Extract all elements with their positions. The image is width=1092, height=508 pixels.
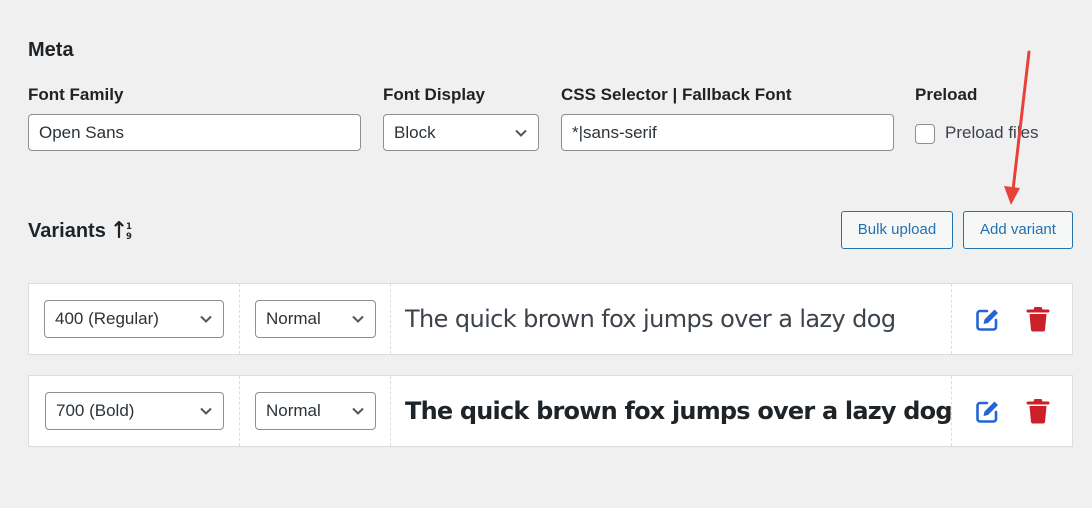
bulk-upload-button[interactable]: Bulk upload — [841, 211, 953, 249]
chevron-down-icon — [200, 315, 212, 323]
font-style-select[interactable]: Normal — [255, 392, 376, 430]
meta-heading: Meta — [28, 39, 74, 61]
preload-label: Preload — [915, 85, 978, 104]
font-weight-value: 700 (Bold) — [56, 401, 135, 420]
cell-divider — [390, 376, 391, 446]
add-variant-button[interactable]: Add variant — [963, 211, 1073, 249]
css-selector-input[interactable]: *|sans-serif — [561, 114, 894, 151]
preload-files-label[interactable]: Preload files — [945, 123, 1039, 143]
font-family-input[interactable]: Open Sans — [28, 114, 361, 151]
variants-heading: Variants — [28, 220, 106, 242]
font-display-label: Font Display — [383, 85, 486, 104]
cell-divider — [239, 376, 240, 446]
chevron-down-icon — [352, 407, 364, 415]
font-preview-text: The quick brown fox jumps over a lazy do… — [405, 305, 896, 333]
font-preview-text: The quick brown fox jumps over a lazy do… — [405, 397, 953, 425]
font-display-select[interactable]: Block — [383, 114, 539, 151]
trash-icon[interactable] — [1026, 398, 1050, 424]
edit-icon[interactable] — [974, 399, 1000, 425]
font-weight-value: 400 (Regular) — [55, 309, 159, 328]
font-display-value: Block — [394, 123, 436, 142]
font-family-label: Font Family — [28, 85, 124, 104]
cell-divider — [239, 284, 240, 354]
font-style-select[interactable]: Normal — [255, 300, 376, 338]
variant-row: 700 (Bold) Normal The quick brown fox ju… — [28, 375, 1073, 447]
css-selector-label: CSS Selector | Fallback Font — [561, 85, 792, 104]
sort-numeric-icon[interactable]: 1 9 — [114, 219, 136, 241]
font-style-value: Normal — [266, 401, 321, 420]
cell-divider — [951, 284, 952, 354]
font-weight-select[interactable]: 400 (Regular) — [44, 300, 224, 338]
chevron-down-icon — [352, 315, 364, 323]
svg-text:1: 1 — [126, 222, 132, 232]
trash-icon[interactable] — [1026, 306, 1050, 332]
svg-text:9: 9 — [126, 232, 132, 241]
preload-checkbox[interactable] — [915, 124, 935, 144]
chevron-down-icon — [515, 129, 527, 137]
chevron-down-icon — [200, 407, 212, 415]
cell-divider — [951, 376, 952, 446]
edit-icon[interactable] — [974, 307, 1000, 333]
cell-divider — [390, 284, 391, 354]
variant-row: 400 (Regular) Normal The quick brown fox… — [28, 283, 1073, 355]
font-weight-select[interactable]: 700 (Bold) — [45, 392, 224, 430]
font-style-value: Normal — [266, 309, 321, 328]
